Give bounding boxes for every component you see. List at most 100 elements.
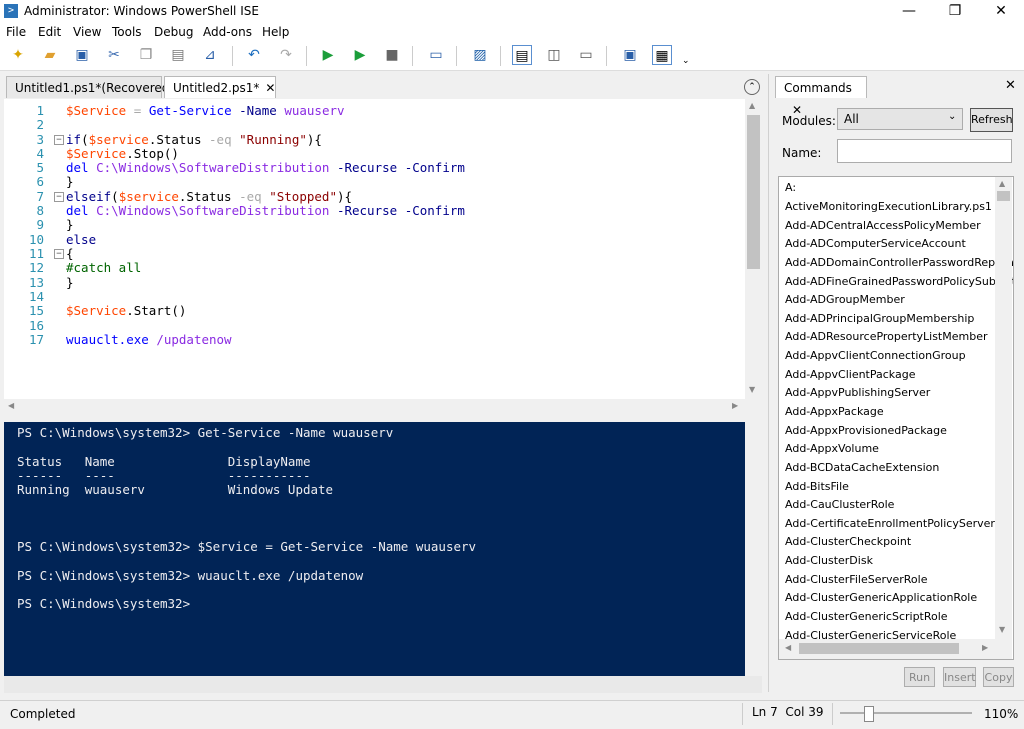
start-powershell-icon[interactable]: ▨ — [470, 45, 490, 65]
paste-icon[interactable]: ▤ — [168, 45, 188, 65]
menu-edit[interactable]: Edit — [38, 25, 61, 39]
list-item[interactable]: Add-ADDomainControllerPasswordReplicat — [785, 256, 1013, 269]
minimize-button[interactable]: — — [886, 0, 932, 24]
undo-icon[interactable]: ↶ — [244, 45, 264, 65]
menu-addons[interactable]: Add-ons — [203, 25, 252, 39]
scroll-up-icon[interactable]: ▲ — [999, 179, 1005, 188]
list-item[interactable]: Add-AppxVolume — [785, 442, 879, 455]
show-script-pane-icon[interactable]: ▣ — [620, 45, 640, 65]
stop-icon[interactable]: ■ — [382, 45, 402, 65]
list-item[interactable]: Add-AppvClientConnectionGroup — [785, 349, 966, 362]
list-item[interactable]: Add-ClusterCheckpoint — [785, 535, 911, 548]
list-item[interactable]: Add-ClusterFileServerRole — [785, 573, 928, 586]
show-command-addon-icon[interactable]: ▦ — [652, 45, 672, 65]
run-script-icon[interactable]: ▶ — [318, 45, 338, 65]
cursor-position: Ln 7 Col 39 — [752, 705, 824, 719]
list-item[interactable]: Add-AppxProvisionedPackage — [785, 424, 947, 437]
scroll-up-icon[interactable]: ▲ — [749, 101, 755, 110]
menu-tools[interactable]: Tools — [112, 25, 142, 39]
commands-horizontal-scrollbar[interactable]: ◀ ▶ — [779, 639, 995, 659]
collapse-script-pane-icon[interactable]: ⌃ — [744, 79, 760, 95]
list-item[interactable]: Add-CertificateEnrollmentPolicyServer — [785, 517, 995, 530]
insert-button[interactable]: Insert — [943, 667, 976, 687]
show-script-maximized-icon[interactable]: ▭ — [576, 45, 596, 65]
code-line: 12 #catch all — [28, 260, 142, 275]
zoom-slider-thumb[interactable] — [864, 706, 874, 722]
remote-powershell-icon[interactable]: ▭ — [426, 45, 446, 65]
list-item[interactable]: Add-ClusterGenericScriptRole — [785, 610, 948, 623]
list-item[interactable]: Add-ADCentralAccessPolicyMember — [785, 219, 981, 232]
console-pane[interactable]: PS C:\Windows\system32> Get-Service -Nam… — [4, 422, 745, 676]
list-item[interactable]: Add-CauClusterRole — [785, 498, 894, 511]
console-line: Status Name DisplayName — [17, 454, 311, 469]
scroll-left-icon[interactable]: ◀ — [785, 643, 791, 652]
list-item[interactable]: A: — [785, 181, 796, 194]
console-line: PS C:\Windows\system32> — [17, 596, 191, 611]
list-item[interactable]: Add-BitsFile — [785, 480, 849, 493]
fold-icon[interactable]: − — [54, 135, 64, 145]
list-item[interactable]: Add-AppvPublishingServer — [785, 386, 930, 399]
list-item[interactable]: Add-ADPrincipalGroupMembership — [785, 312, 974, 325]
scroll-left-icon[interactable]: ◀ — [8, 401, 14, 410]
show-script-top-icon[interactable]: ▤ — [512, 45, 532, 65]
save-icon[interactable]: ▣ — [72, 45, 92, 65]
tab-untitled1[interactable]: Untitled1.ps1*(Recovered) — [6, 76, 174, 98]
list-item[interactable]: Add-ClusterDisk — [785, 554, 873, 567]
fold-icon[interactable]: − — [54, 192, 64, 202]
list-item[interactable]: Add-ADResourcePropertyListMember — [785, 330, 988, 343]
script-editor[interactable]: 1 $Service = Get-Service -Name wuauserv 2… — [4, 99, 762, 415]
menu-file[interactable]: File — [6, 25, 26, 39]
title-bar: > Administrator: Windows PowerShell ISE … — [0, 0, 1024, 24]
console-horizontal-scrollbar[interactable] — [4, 676, 762, 693]
scroll-down-icon[interactable]: ▼ — [999, 625, 1005, 634]
scroll-down-icon[interactable]: ▼ — [749, 385, 755, 394]
show-script-right-icon[interactable]: ◫ — [544, 45, 564, 65]
list-item[interactable]: Add-ADFineGrainedPasswordPolicySubject — [785, 275, 1013, 288]
commands-list[interactable]: A: ActiveMonitoringExecutionLibrary.ps1 … — [778, 176, 1014, 660]
commands-pane: Commands ✕ ✕ Modules: All ⌄ Refresh Name… — [768, 74, 1024, 692]
menu-view[interactable]: View — [73, 25, 101, 39]
tab-commands[interactable]: Commands ✕ — [775, 76, 867, 117]
list-item[interactable]: Add-BCDataCacheExtension — [785, 461, 939, 474]
clear-console-icon[interactable]: ⊿ — [200, 45, 220, 65]
close-tab-icon[interactable]: ✕ — [265, 81, 275, 95]
commands-vertical-scrollbar[interactable]: ▲ ▼ — [995, 177, 1012, 659]
maximize-button[interactable]: ❐ — [932, 0, 978, 24]
fold-icon[interactable]: − — [54, 249, 64, 259]
copy-icon[interactable]: ❐ — [136, 45, 156, 65]
run-button[interactable]: Run — [904, 667, 935, 687]
scroll-right-icon[interactable]: ▶ — [732, 401, 738, 410]
open-folder-icon[interactable]: ▰ — [40, 45, 60, 65]
scroll-right-icon[interactable]: ▶ — [982, 643, 988, 652]
list-item[interactable]: Add-AppxPackage — [785, 405, 884, 418]
close-pane-icon[interactable]: ✕ — [1005, 78, 1016, 93]
new-file-icon[interactable]: ✦ — [8, 45, 28, 65]
list-item[interactable]: Add-ADGroupMember — [785, 293, 905, 306]
scrollbar-thumb[interactable] — [747, 115, 760, 269]
list-item[interactable]: Add-ClusterGenericApplicationRole — [785, 591, 977, 604]
toolbar-overflow-icon[interactable]: ⌄ — [682, 56, 690, 66]
cut-icon[interactable]: ✂ — [104, 45, 124, 65]
list-item[interactable]: Add-AppvClientPackage — [785, 368, 915, 381]
menu-help[interactable]: Help — [262, 25, 289, 39]
console-vertical-scrollbar[interactable] — [745, 422, 762, 676]
redo-icon[interactable]: ↷ — [276, 45, 296, 65]
code-line: 17 wuauclt.exe /updatenow — [28, 332, 232, 347]
menu-debug[interactable]: Debug — [154, 25, 193, 39]
scrollbar-thumb[interactable] — [799, 643, 959, 654]
modules-select[interactable]: All ⌄ — [837, 108, 963, 130]
run-selection-icon[interactable]: ▶ — [350, 45, 370, 65]
editor-horizontal-scrollbar[interactable]: ◀ ▶ — [4, 399, 745, 415]
list-item[interactable]: Add-ADComputerServiceAccount — [785, 237, 966, 250]
close-button[interactable]: ✕ — [978, 0, 1024, 24]
copy-button[interactable]: Copy — [983, 667, 1014, 687]
editor-vertical-scrollbar[interactable]: ▲ ▼ — [745, 99, 762, 415]
status-divider — [742, 703, 743, 725]
toolbar-separator — [412, 46, 413, 66]
scrollbar-thumb[interactable] — [997, 191, 1010, 201]
tab-untitled2[interactable]: Untitled2.ps1* ✕ — [164, 76, 276, 98]
zoom-slider[interactable] — [840, 706, 972, 722]
name-filter-input[interactable] — [837, 139, 1012, 163]
refresh-button[interactable]: Refresh — [970, 108, 1013, 132]
list-item[interactable]: ActiveMonitoringExecutionLibrary.ps1 — [785, 200, 992, 213]
